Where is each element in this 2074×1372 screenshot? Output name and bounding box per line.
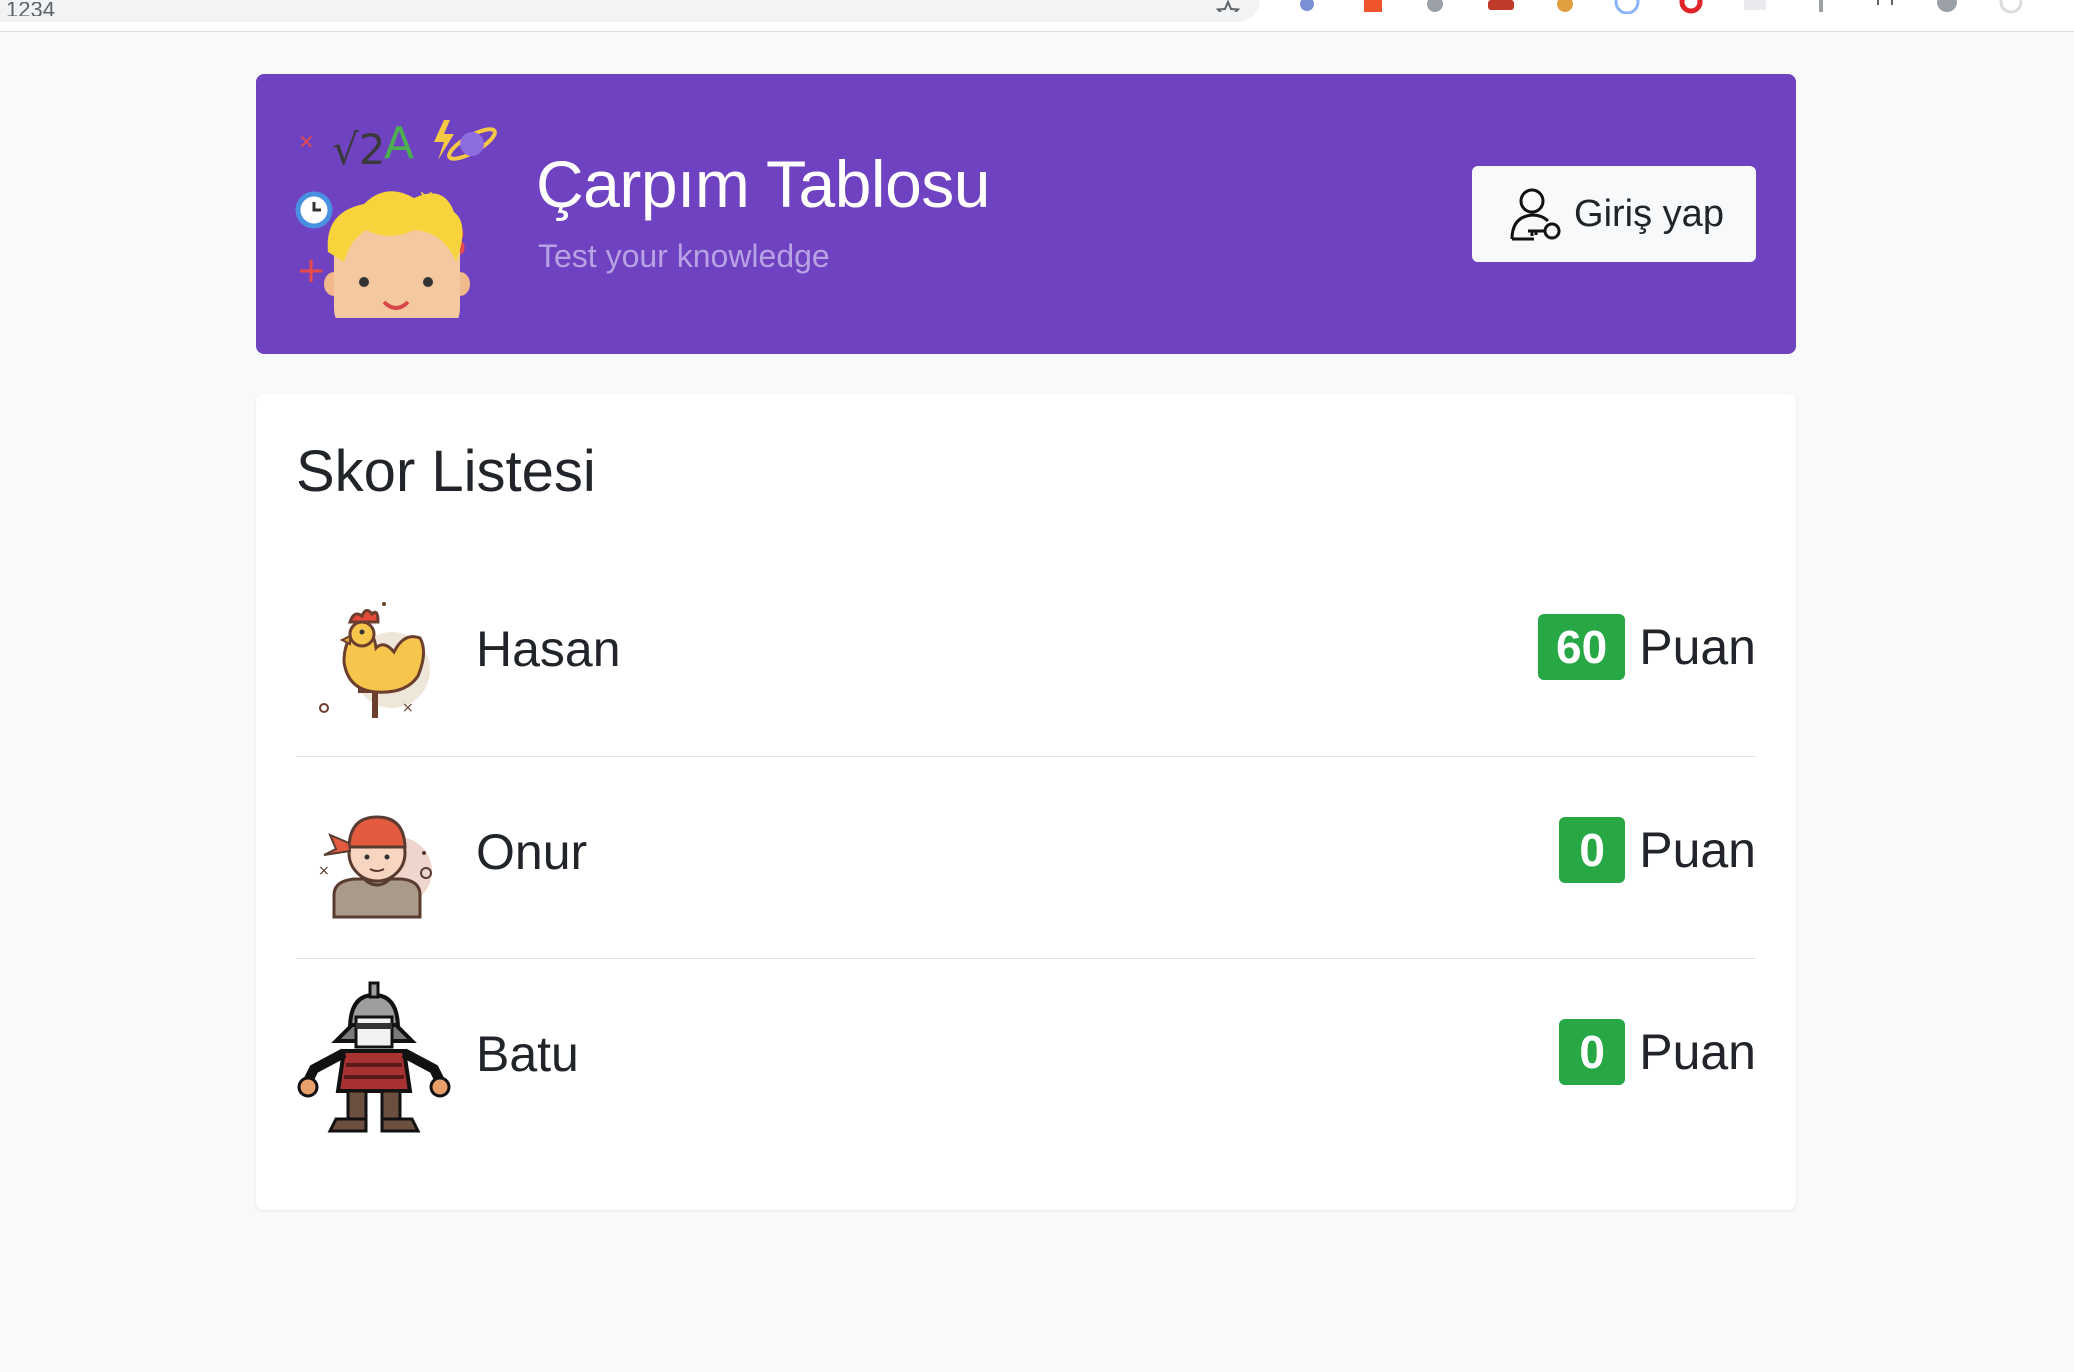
score-unit: Puan [1639,1024,1756,1080]
svg-text:+: + [296,250,326,291]
bracket-extension-icon[interactable] [1872,0,1898,14]
scoreboard-title: Skor Listesi [296,439,596,504]
player-name: Hasan [476,621,621,677]
svg-text:×: × [298,129,315,153]
score-unit: Puan [1639,822,1756,878]
gear-extension-icon[interactable] [1422,0,1448,14]
rooster-icon: × [314,592,440,718]
circle-extension-icon[interactable] [1612,0,1642,14]
login-button-label: Giriş yap [1574,192,1724,235]
grey-extension-icon[interactable] [1742,0,1768,14]
score-badge: 0 [1559,1019,1626,1085]
list-item: Batu 0 Puan [296,958,1756,1160]
samurai-icon [296,981,452,1137]
app-title: Çarpım Tablosu [536,147,991,221]
app-subtitle: Test your knowledge [538,238,830,274]
red-extension-icon[interactable] [1360,0,1386,14]
svg-text:√2: √2 [332,125,385,174]
pin-extension-icon[interactable] [1808,0,1834,14]
bookmark-star-icon[interactable] [1216,0,1240,12]
list-item: × Hasan 60 Puan [296,554,1756,756]
score-unit: Puan [1639,619,1756,675]
player-name: Batu [476,1026,579,1082]
player-score: 0 Puan [1559,817,1756,883]
svg-text:×: × [402,700,414,716]
score-badge: 60 [1538,614,1626,680]
login-button[interactable]: Giriş yap [1472,166,1756,262]
seo-extension-icon[interactable] [1486,0,1516,14]
user-key-icon [1504,183,1566,245]
math-kid-logo: √2 A × × B + [294,112,502,338]
player-score: 60 Puan [1538,614,1756,680]
target-extension-icon[interactable] [1998,0,2024,14]
cookie-extension-icon[interactable] [1552,0,1578,14]
scoreboard-list: × Hasan 60 Puan × Onur 0 Puan Batu 0 Pua… [296,554,1756,1160]
svg-text:×: × [318,863,330,879]
player-score: 0 Puan [1559,1019,1756,1085]
score-badge: 0 [1559,817,1626,883]
opera-extension-icon[interactable] [1678,0,1704,14]
address-bar-url: 1234 [6,2,55,16]
bandana-boy-icon: × [314,795,440,921]
scoreboard-card: Skor Listesi × Hasan 60 Puan × Onur 0 Pu… [256,394,1796,1210]
profile-extension-icon[interactable] [1934,0,1960,14]
svg-text:A: A [384,118,414,169]
app-header: √2 A × × B + Çarpım Tablosu Test your kn… [256,74,1796,354]
list-item: × Onur 0 Puan [296,756,1756,958]
player-name: Onur [476,824,588,880]
puzzle-extension-icon[interactable] [1294,0,1320,14]
address-bar[interactable]: 1234 [0,0,1260,22]
browser-toolbar: 1234 [0,0,2074,32]
